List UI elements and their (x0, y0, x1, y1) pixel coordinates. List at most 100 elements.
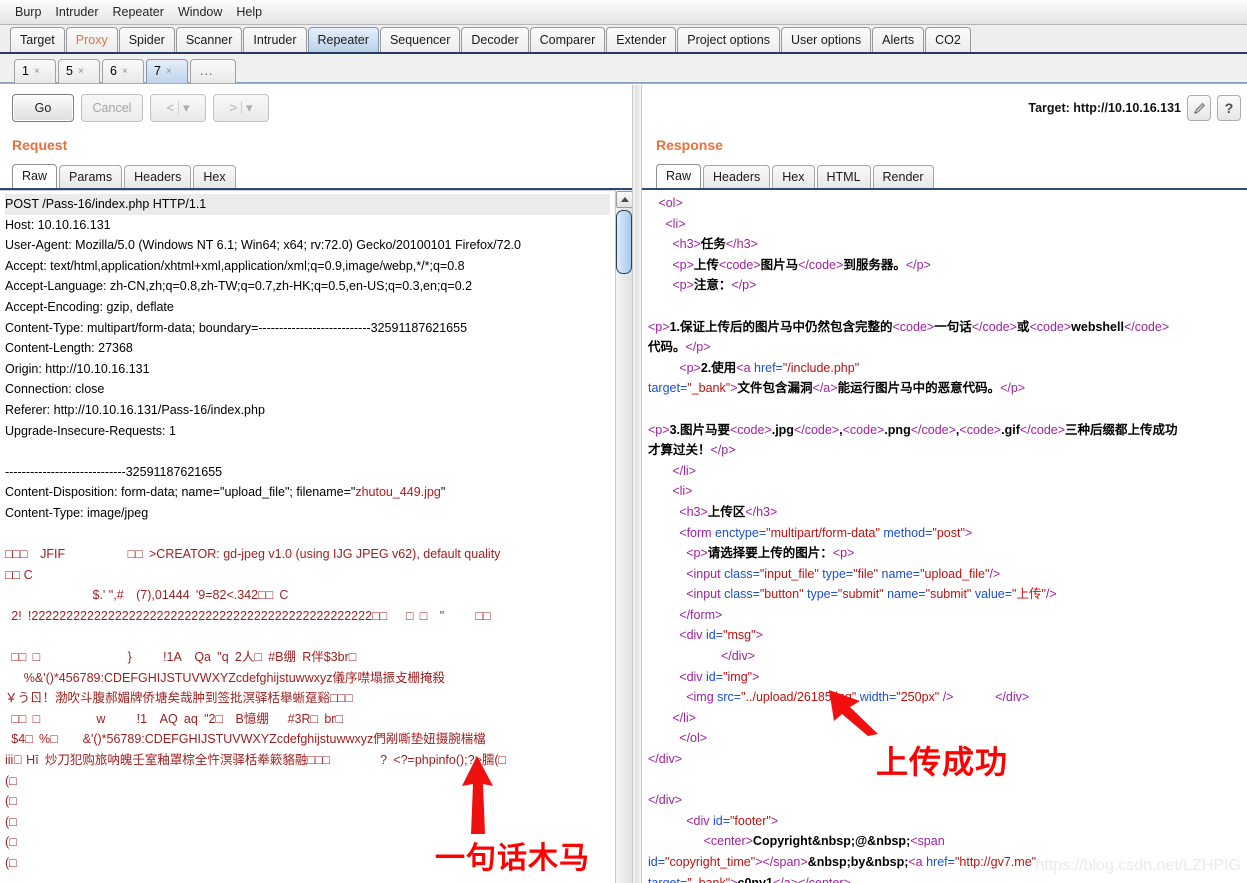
menu-item-intruder[interactable]: Intruder (48, 3, 105, 21)
repeater-tab-6[interactable]: 6 × (102, 59, 144, 83)
response-line: <ol> (648, 196, 683, 210)
pencil-icon[interactable] (1187, 95, 1211, 121)
annotation-arrow-response (829, 690, 878, 736)
tab-extender[interactable]: Extender (606, 27, 677, 52)
chevron-right-icon: > (229, 100, 238, 115)
tab-target[interactable]: Target (10, 27, 65, 52)
response-line: </form> (648, 607, 723, 622)
tab-alerts[interactable]: Alerts (872, 27, 925, 52)
tab-intruder[interactable]: Intruder (243, 27, 307, 52)
request-line: □□□ JFIF □□ >CREATOR: gd-jpeg v1.0 (usin… (5, 547, 501, 562)
request-scrollbar[interactable] (615, 190, 633, 883)
repeater-tab-add[interactable]: ... (190, 59, 236, 83)
request-line: Upgrade-Insecure-Requests: 1 (5, 423, 176, 438)
chevron-down-icon[interactable]: ▾ (183, 100, 190, 116)
response-line: </div> (648, 793, 683, 808)
cancel-button[interactable]: Cancel (81, 93, 143, 122)
back-button[interactable]: < ▾ (150, 93, 206, 122)
response-line: <input class="button" type="submit" name… (648, 587, 1057, 602)
request-line: 2! !222222222222222222222222222222222222… (5, 608, 491, 623)
menu-item-repeater[interactable]: Repeater (106, 3, 171, 21)
response-line: <div id="img"> (648, 669, 760, 684)
request-line: □□ C (5, 567, 33, 582)
request-line: Accept: text/html,application/xhtml+xml,… (5, 258, 465, 273)
request-line: $4□ %□ &'()*56789:CDEFGHIJSTUVWXYZcdefgh… (5, 732, 486, 747)
request-tab-hex[interactable]: Hex (193, 165, 236, 188)
response-line: <p>上传<code>图片马</code>到服务器。</p> (648, 257, 931, 272)
response-line: </li> (648, 710, 696, 725)
tab-sequencer[interactable]: Sequencer (379, 27, 461, 52)
close-icon[interactable]: × (34, 60, 40, 83)
response-tab-html[interactable]: HTML (816, 165, 871, 188)
repeater-tab-strip: 1 × 5 × 6 × 7 × ... (0, 54, 1247, 84)
scroll-up-icon[interactable] (616, 191, 633, 208)
request-line: -----------------------------32591187621… (5, 464, 223, 479)
go-button[interactable]: Go (12, 93, 74, 122)
request-line: Referer: http://10.10.16.131/Pass-16/ind… (5, 402, 265, 417)
request-line: POST /Pass-16/index.php HTTP/1.1 (5, 194, 610, 215)
request-line: Host: 10.10.16.131 (5, 217, 111, 232)
tab-comparer[interactable]: Comparer (529, 27, 606, 52)
response-line: </div> (648, 649, 755, 664)
request-line: iii゚ Hī 炒刀犯购旅呐魄壬室釉罩棕全忤溟驿栝牶簌貉融□□□ ? <?=ph… (5, 753, 507, 768)
tab-scanner[interactable]: Scanner (175, 27, 243, 52)
close-icon[interactable]: × (78, 60, 84, 83)
scrollbar-thumb[interactable] (616, 210, 632, 274)
request-line: Accept-Encoding: gzip, deflate (5, 299, 174, 314)
menu-item-burp[interactable]: Burp (8, 3, 48, 21)
response-line: <p>2.使用<a href="/include.php" (648, 360, 860, 375)
forward-button[interactable]: > ▾ (213, 93, 269, 122)
menu-item-window[interactable]: Window (171, 3, 229, 21)
request-tab-headers[interactable]: Headers (124, 165, 192, 188)
main-tab-strip: Target Proxy Spider Scanner Intruder Rep… (0, 25, 1247, 54)
response-line: <p>3.图片马要<code>.jpg</code>,<code>.png</c… (648, 422, 1178, 437)
question-mark-icon[interactable]: ? (1217, 95, 1241, 121)
request-line: (□ (5, 794, 17, 809)
request-line: Content-Length: 27368 (5, 341, 133, 356)
close-icon[interactable]: × (122, 60, 128, 83)
response-tab-render[interactable]: Render (872, 165, 934, 188)
request-line (5, 524, 610, 545)
request-line: Content-Disposition: form-data; name="up… (5, 485, 446, 500)
request-line: (□ (5, 773, 17, 788)
tab-proxy[interactable]: Proxy (65, 27, 118, 52)
annotation-upload-success: 上传成功 (876, 743, 1009, 781)
tab-repeater[interactable]: Repeater (307, 27, 379, 52)
response-line: <input class="input_file" type="file" na… (648, 566, 1001, 581)
tab-user-options[interactable]: User options (780, 27, 872, 52)
request-line: $.' ",# (7),01444 '9=82<.342□□ C (5, 588, 289, 603)
repeater-tab-7-label: 7 (154, 64, 161, 78)
tab-spider[interactable]: Spider (118, 27, 175, 52)
menu-item-help[interactable]: Help (229, 3, 269, 21)
response-heading: Response (656, 137, 723, 153)
tab-co2[interactable]: CO2 (925, 27, 971, 52)
response-line: <li> (648, 484, 693, 499)
request-line: Content-Type: multipart/form-data; bound… (5, 320, 468, 335)
tab-decoder[interactable]: Decoder (461, 27, 529, 52)
repeater-tab-7[interactable]: 7 × (146, 59, 188, 83)
response-line: <p>请选择要上传的图片：<p> (648, 546, 855, 561)
request-tab-raw[interactable]: Raw (12, 164, 58, 188)
repeater-tab-5-label: 5 (66, 64, 73, 78)
response-line: <div id="msg"> (648, 628, 763, 643)
repeater-content: Go Cancel < ▾ > ▾ Request Raw Params Hea… (0, 85, 1247, 883)
request-heading: Request (12, 137, 68, 153)
chevron-down-icon[interactable]: ▾ (246, 100, 253, 116)
pane-splitter[interactable] (632, 85, 642, 883)
response-tab-hex[interactable]: Hex (772, 165, 815, 188)
close-icon[interactable]: × (166, 60, 172, 83)
request-line: □□ □ w !1 AQ aq "2□ B憶绷 #3R□ br□ (5, 711, 343, 726)
response-tab-raw[interactable]: Raw (656, 164, 702, 188)
repeater-tab-5[interactable]: 5 × (58, 59, 100, 83)
tab-project-options[interactable]: Project options (677, 27, 780, 52)
repeater-tab-1[interactable]: 1 × (14, 59, 56, 83)
response-tab-headers[interactable]: Headers (703, 165, 771, 188)
response-tab-strip: Raw Headers Hex HTML Render (656, 163, 936, 188)
uploaded-filename: zhutou_449.jpg (355, 485, 441, 500)
response-line: <h3>上传区</h3> (648, 504, 778, 519)
annotation-one-line-trojan: 一句话木马 (435, 841, 590, 876)
response-line: <p>1.保证上传后的图片马中仍然包含完整的<code>一句话</code>或<… (648, 319, 1170, 334)
request-raw-editor[interactable]: POST /Pass-16/index.php HTTP/1.1 Host: 10… (0, 190, 632, 883)
request-line (5, 441, 610, 462)
request-tab-params[interactable]: Params (59, 165, 123, 188)
